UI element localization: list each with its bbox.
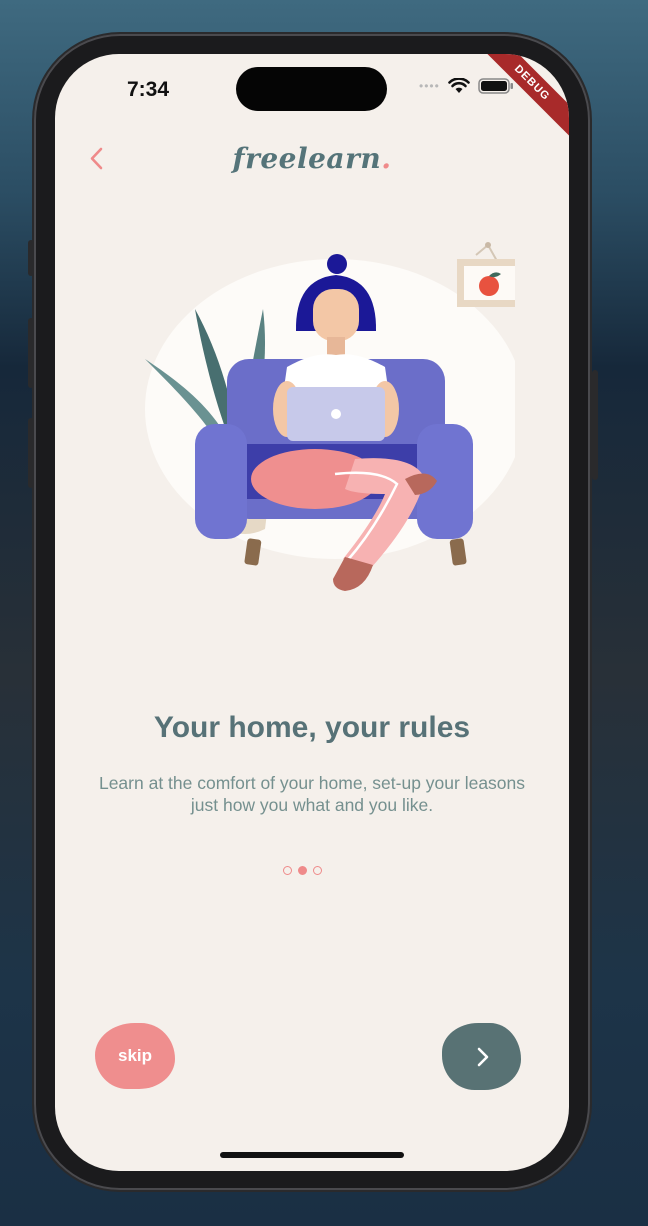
volume-down-button [28,418,34,488]
woman-on-couch-illustration [145,242,515,591]
status-time: 7:34 [127,78,170,101]
action-button [28,240,34,276]
logo-dot: . [381,142,392,175]
page-dot-1[interactable] [283,866,292,875]
signal-dots-icon: •••• [419,79,440,93]
next-button[interactable] [442,1023,521,1090]
page-dot-2-active[interactable] [298,866,307,875]
app-screen: 7:34 •••• DEBUG freelearn. Your home, yo… [55,54,569,1171]
logo-text: freelearn [232,142,382,175]
app-logo: freelearn. [55,142,569,175]
page-dot-3[interactable] [313,866,322,875]
wifi-icon [448,78,470,93]
onboarding-headline: Your home, your rules [153,711,471,744]
page-indicator [283,866,322,875]
dynamic-island [236,67,387,111]
volume-up-button [28,318,34,388]
home-indicator[interactable] [220,1152,404,1158]
skip-button[interactable]: skip [95,1023,175,1089]
skip-label: skip [117,1046,153,1065]
battery-icon [478,78,513,94]
power-button [592,370,598,480]
onboarding-description: Learn at the comfort of your home, set-u… [98,773,526,815]
chevron-right-icon [477,1047,488,1066]
status-icons: •••• [419,78,514,94]
